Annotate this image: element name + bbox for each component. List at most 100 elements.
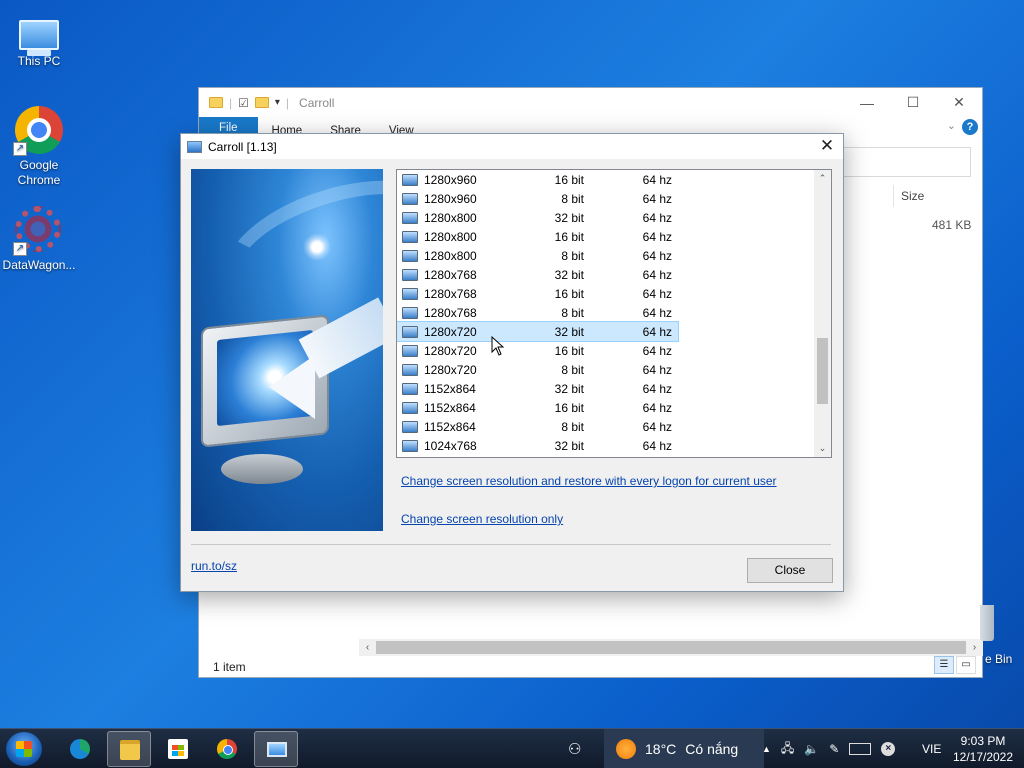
resolution-row[interactable]: 1280x800 8 bit 64 hz [397, 246, 678, 265]
resolution-value: 1152x864 [424, 419, 476, 434]
weather-widget[interactable]: 18°C Có nắng [604, 729, 764, 768]
refresh-rate-value: 64 hz [642, 248, 672, 263]
monitor-icon [402, 211, 418, 224]
color-depth-value: 8 bit [561, 419, 584, 434]
desktop-icon-datawagon[interactable]: ↗ DataWagon... [1, 206, 77, 273]
scrollbar-thumb[interactable] [376, 641, 966, 654]
resolution-row[interactable]: 1280x768 16 bit 64 hz [397, 284, 678, 303]
search-input[interactable] [839, 147, 971, 177]
scroll-up-icon[interactable]: ⌃ [814, 170, 831, 187]
resolution-value: 1152x864 [424, 400, 476, 415]
desktop-icon-google-chrome[interactable]: ↗ Google Chrome [1, 106, 77, 188]
resolution-row[interactable]: 1280x800 16 bit 64 hz [397, 227, 678, 246]
refresh-rate-value: 64 hz [642, 324, 672, 339]
refresh-rate-value: 64 hz [642, 400, 672, 415]
resolution-row[interactable]: 1280x960 8 bit 64 hz [397, 189, 678, 208]
color-depth-value: 32 bit [554, 324, 584, 339]
resolution-row[interactable]: 1280x720 8 bit 64 hz [397, 360, 678, 379]
resolution-row[interactable]: 1280x960 16 bit 64 hz [397, 170, 678, 189]
large-icons-view-icon[interactable]: ▭ [956, 656, 976, 674]
color-depth-value: 16 bit [554, 229, 584, 244]
desktop-icon-label: DataWagon... [2, 258, 76, 272]
volume-icon[interactable]: 🔈 [804, 742, 819, 756]
clock[interactable]: 9:03 PM 12/17/2022 [952, 729, 1014, 768]
close-button[interactable]: ✕ [936, 88, 982, 117]
details-view-icon[interactable]: ☰ [934, 656, 954, 674]
resolution-row[interactable]: 1280x768 8 bit 64 hz [397, 303, 678, 322]
folder-icon [209, 97, 223, 108]
resolution-rows: 1280x960 16 bit 64 hz 1280x960 8 bit 64 hz 128… [397, 170, 814, 455]
help-icon[interactable]: ? [962, 119, 978, 135]
scroll-right-icon[interactable]: › [966, 639, 983, 656]
restore-resolution-link[interactable]: Change screen resolution and restore wit… [401, 474, 777, 488]
language-indicator[interactable]: VIE [922, 729, 941, 768]
start-button[interactable] [6, 732, 42, 766]
refresh-rate-value: 64 hz [642, 343, 672, 358]
chevron-down-icon[interactable]: ⌄ [947, 119, 956, 132]
people-icon[interactable]: ⚇ [568, 729, 581, 768]
color-depth-value: 32 bit [554, 438, 584, 453]
monitor-icon [402, 249, 418, 262]
resolution-row[interactable]: 1280x768 32 bit 64 hz [397, 265, 678, 284]
taskbar-store[interactable] [156, 731, 200, 767]
clock-date: 12/17/2022 [952, 750, 1014, 764]
resolution-row[interactable]: 1152x864 16 bit 64 hz [397, 398, 678, 417]
refresh-rate-value: 64 hz [642, 229, 672, 244]
column-header-size[interactable]: Size [901, 189, 924, 203]
resolution-value: 1280x768 [424, 267, 477, 282]
minimize-button[interactable]: — [844, 88, 890, 117]
resolution-value: 1280x768 [424, 305, 477, 320]
keyboard-icon[interactable] [849, 743, 872, 755]
monitor-icon [402, 325, 418, 338]
horizontal-scrollbar[interactable]: ‹ › [359, 639, 983, 656]
desktop-icon-this-pc[interactable]: This PC [1, 12, 77, 69]
close-circle-icon[interactable]: × [881, 742, 896, 756]
refresh-rate-value: 64 hz [642, 362, 672, 377]
resolution-row[interactable]: 1152x864 32 bit 64 hz [397, 379, 678, 398]
taskbar-carroll[interactable] [254, 731, 298, 767]
quick-access-dropdown-icon[interactable]: ▾ [275, 97, 280, 108]
properties-icon[interactable]: ☑ [238, 96, 249, 110]
carroll-dialog: Carroll [1.13] ✕ 1280x960 16 bit 64 hz 1280… [180, 133, 844, 592]
resolution-row[interactable]: 1280x720 32 bit 64 hz [397, 321, 679, 342]
clock-time: 9:03 PM [960, 734, 1006, 748]
website-link[interactable]: run.to/sz [191, 559, 237, 573]
monitor-icon [187, 140, 202, 153]
recycle-bin-icon[interactable] [980, 605, 994, 641]
taskbar-edge[interactable] [58, 731, 102, 767]
vertical-scrollbar[interactable]: ⌃ ⌄ [814, 170, 831, 457]
close-button[interactable]: Close [747, 558, 833, 583]
dialog-close-icon[interactable]: ✕ [811, 134, 843, 159]
scroll-down-icon[interactable]: ⌄ [814, 440, 831, 457]
resolution-row[interactable]: 1280x800 32 bit 64 hz [397, 208, 678, 227]
recycle-bin-label: e Bin [985, 652, 1013, 666]
scroll-left-icon[interactable]: ‹ [359, 639, 376, 656]
scrollbar-thumb[interactable] [817, 338, 828, 404]
resolution-row[interactable]: 1024x768 32 bit 64 hz [397, 436, 678, 455]
splash-image [191, 169, 383, 531]
store-icon [168, 739, 188, 759]
arrow-icon [269, 355, 315, 419]
resolution-value: 1152x864 [424, 381, 476, 396]
monitor-icon [402, 401, 418, 414]
taskbar-chrome[interactable] [205, 731, 249, 767]
shortcut-arrow-icon: ↗ [13, 242, 27, 256]
color-depth-value: 8 bit [561, 248, 584, 263]
shortcut-arrow-icon: ↗ [13, 142, 27, 156]
dialog-titlebar: Carroll [1.13] ✕ [181, 134, 843, 159]
monitor-icon [402, 230, 418, 243]
resolution-list[interactable]: 1280x960 16 bit 64 hz 1280x960 8 bit 64 hz 128… [396, 169, 832, 458]
refresh-rate-value: 64 hz [642, 172, 672, 187]
pen-icon[interactable]: ✎ [829, 742, 839, 756]
network-icon[interactable]: 🖧 [781, 739, 794, 760]
new-folder-icon[interactable] [254, 97, 269, 108]
chevron-up-icon[interactable]: ▲ [762, 744, 771, 754]
resolution-row[interactable]: 1152x864 8 bit 64 hz [397, 417, 678, 436]
taskbar-file-explorer[interactable] [107, 731, 151, 767]
maximize-button[interactable]: ☐ [890, 88, 936, 117]
column-divider[interactable] [893, 185, 894, 207]
refresh-rate-value: 64 hz [642, 381, 672, 396]
computer-icon [19, 20, 59, 56]
change-resolution-only-link[interactable]: Change screen resolution only [401, 512, 563, 526]
resolution-row[interactable]: 1280x720 16 bit 64 hz [397, 341, 678, 360]
